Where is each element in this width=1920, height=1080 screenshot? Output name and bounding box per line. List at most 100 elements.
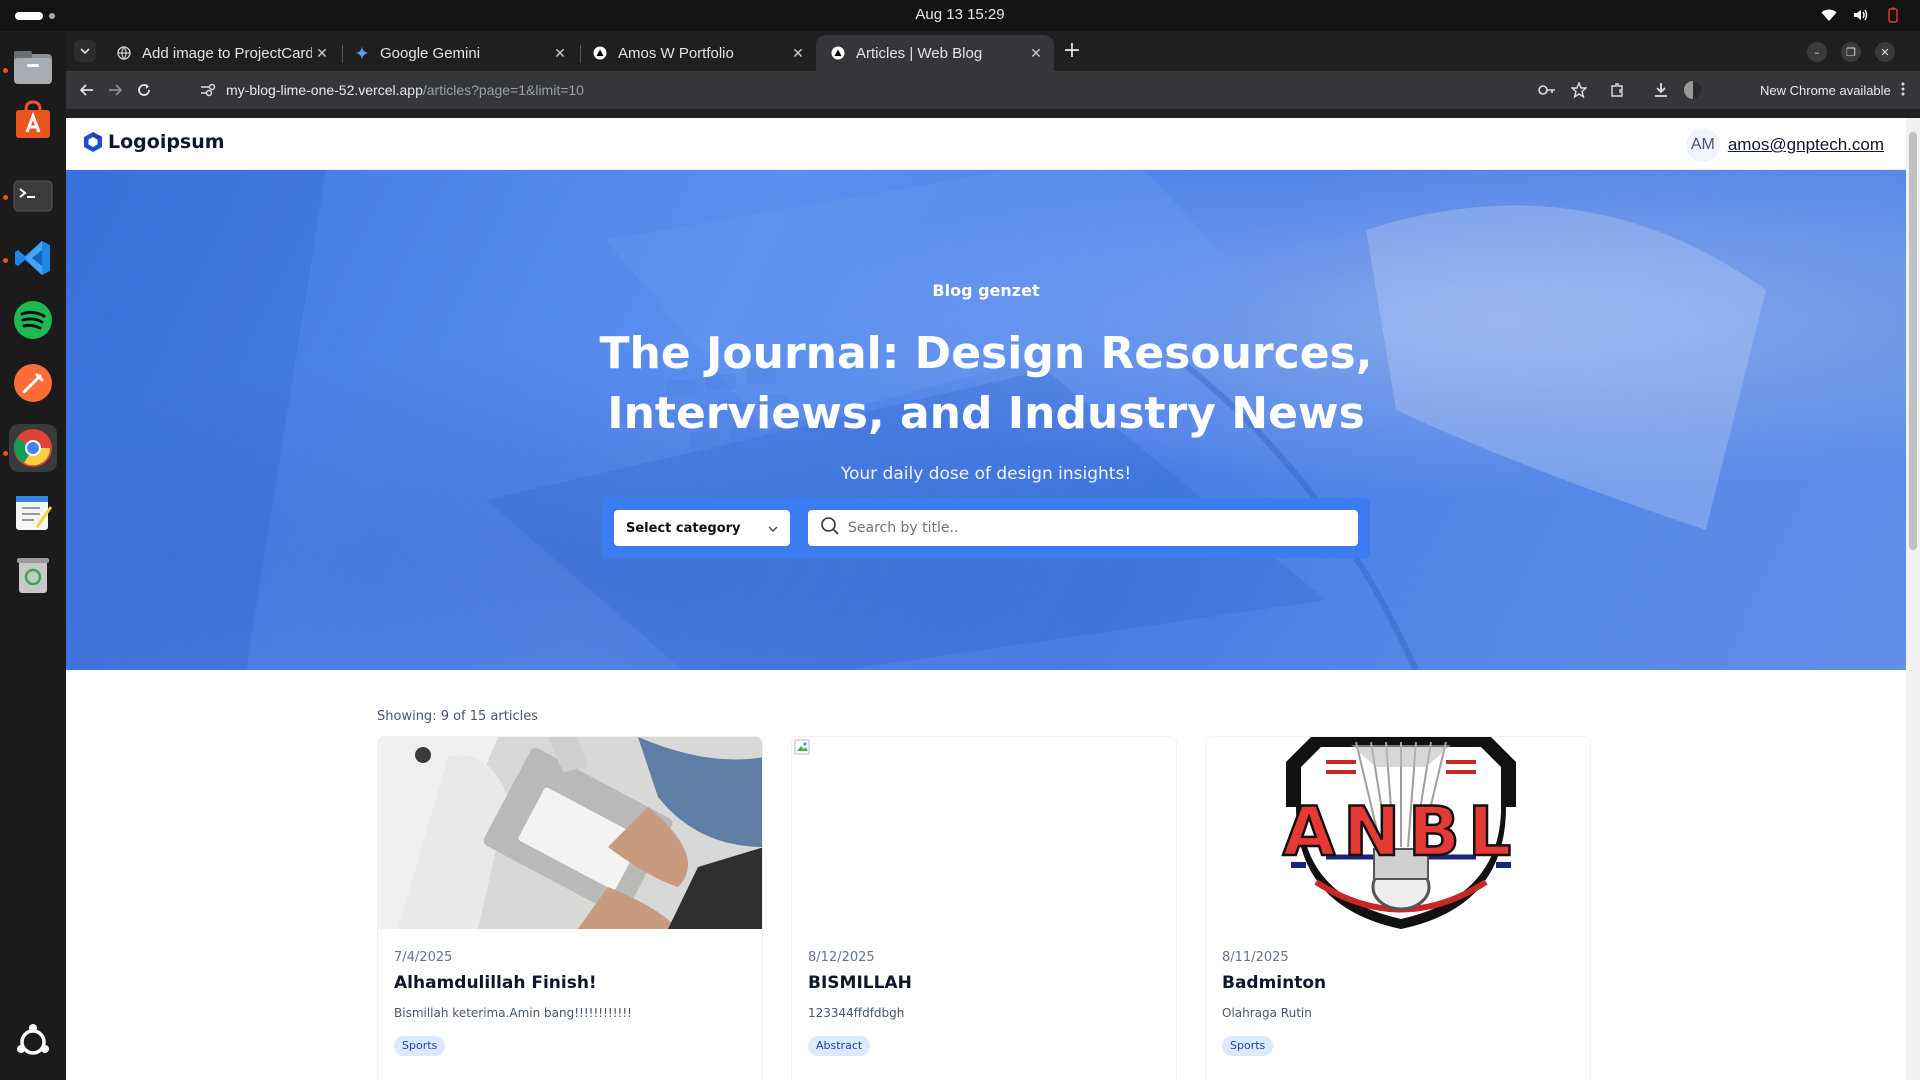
tab-title: Articles | Web Blog: [856, 44, 983, 62]
browser-tab[interactable]: Amos W Portfolio ✕: [578, 35, 816, 71]
browser-toolbar: my-blog-lime-one-52.vercel.app/articles?…: [66, 71, 1920, 109]
url-text[interactable]: my-blog-lime-one-52.vercel.app/articles?…: [226, 82, 584, 98]
gemini-icon: [354, 45, 370, 61]
article-excerpt: 123344ffdfdbgh: [808, 1006, 905, 1020]
anbl-logo-text: ANBL: [1283, 793, 1520, 872]
browser-tab[interactable]: Google Gemini ✕: [340, 35, 578, 71]
article-date: 8/11/2025: [1222, 950, 1289, 965]
site-logo[interactable]: Logoipsum: [82, 131, 225, 153]
user-email-link[interactable]: amos@gnptech.com: [1728, 135, 1884, 155]
search-input[interactable]: [848, 520, 1328, 536]
page-viewport: Logoipsum AM amos@gnptech.com Blog genze…: [66, 118, 1906, 1080]
extensions-icon[interactable]: [1606, 79, 1628, 101]
user-menu[interactable]: AM amos@gnptech.com: [1685, 128, 1884, 162]
article-card[interactable]: 7/4/2025 Alhamdulillah Finish! Bismillah…: [377, 736, 763, 1080]
category-badge[interactable]: Sports: [1222, 1036, 1274, 1056]
forward-button[interactable]: [104, 79, 126, 101]
tab-title: Amos W Portfolio: [618, 44, 734, 62]
trash-icon[interactable]: [9, 551, 57, 599]
avatar[interactable]: AM: [1685, 128, 1720, 162]
tab-search-button[interactable]: [74, 40, 96, 62]
url-path: /articles?page=1&limit=10: [422, 82, 584, 98]
dock: [0, 31, 66, 1080]
vercel-icon: [830, 45, 846, 61]
profile-avatar-icon[interactable]: [1682, 79, 1704, 101]
article-excerpt: Bismillah keterima.Amin bang!!!!!!!!!!!!: [394, 1006, 632, 1020]
maximize-button[interactable]: ❐: [1841, 42, 1861, 62]
site-header: Logoipsum AM amos@gnptech.com: [66, 118, 1906, 170]
spotify-icon[interactable]: [9, 296, 57, 344]
search-box[interactable]: [808, 510, 1358, 546]
page-scrollbar[interactable]: [1906, 118, 1920, 1080]
address-bar[interactable]: my-blog-lime-one-52.vercel.app/articles?…: [186, 75, 1492, 105]
article-thumbnail[interactable]: [792, 737, 1176, 929]
chrome-update-button[interactable]: New Chrome available: [1746, 77, 1915, 103]
download-icon[interactable]: [1650, 79, 1672, 101]
hero-subtitle: Your daily dose of design insights!: [840, 464, 1132, 484]
terminal-icon[interactable]: [9, 172, 57, 220]
text-editor-icon[interactable]: [9, 488, 57, 536]
category-badge[interactable]: Sports: [394, 1036, 446, 1056]
running-indicator: [3, 258, 8, 263]
tab-strip: Add image to ProjectCard ✕ Google Gemini…: [66, 31, 1920, 71]
logo-mark-icon: [84, 132, 102, 152]
article-title[interactable]: BISMILLAH: [808, 973, 912, 993]
article-thumbnail[interactable]: ANBL: [1206, 737, 1590, 929]
vscode-icon[interactable]: [9, 234, 57, 282]
hero-banner: Blog genzet The Journal: Design Resource…: [66, 170, 1906, 670]
hero-content: Blog genzet The Journal: Design Resource…: [66, 170, 1906, 670]
password-key-icon[interactable]: [1536, 79, 1558, 101]
chrome-icon[interactable]: [9, 424, 57, 472]
article-title[interactable]: Alhamdulillah Finish!: [394, 973, 597, 993]
back-button[interactable]: [76, 79, 98, 101]
article-title[interactable]: Badminton: [1222, 973, 1326, 993]
wifi-icon[interactable]: [1820, 6, 1838, 24]
reload-button[interactable]: [133, 79, 155, 101]
tab-title: Add image to ProjectCard: [142, 44, 312, 62]
browser-window: Add image to ProjectCard ✕ Google Gemini…: [66, 31, 1920, 1080]
hero-kicker: Blog genzet: [932, 281, 1040, 300]
volume-icon[interactable]: [1852, 6, 1870, 24]
close-tab-icon[interactable]: ✕: [1026, 43, 1046, 63]
system-tray[interactable]: [1820, 6, 1902, 24]
hero-title: The Journal: Design Resources, Interview…: [599, 328, 1373, 439]
close-window-button[interactable]: ✕: [1875, 42, 1895, 62]
article-thumbnail[interactable]: [378, 737, 762, 929]
postman-icon[interactable]: [9, 359, 57, 407]
app-center-icon[interactable]: [9, 96, 57, 144]
filter-bar: Select category: [602, 498, 1370, 558]
tab-title: Google Gemini: [380, 44, 481, 62]
close-tab-icon[interactable]: ✕: [550, 43, 570, 63]
web-icon: [116, 45, 132, 61]
article-date: 7/4/2025: [394, 950, 453, 965]
category-badge[interactable]: Abstract: [808, 1036, 871, 1056]
close-tab-icon[interactable]: ✕: [312, 43, 332, 63]
article-date: 8/12/2025: [808, 950, 875, 965]
browser-tab-active[interactable]: Articles | Web Blog ✕: [816, 35, 1054, 71]
badminton-logo-image: ANBL: [1281, 737, 1520, 929]
minimize-button[interactable]: –: [1807, 42, 1827, 62]
running-indicator: [3, 68, 8, 73]
running-indicator: [3, 451, 8, 456]
battery-icon[interactable]: [1884, 6, 1902, 24]
close-tab-icon[interactable]: ✕: [788, 43, 808, 63]
system-clock[interactable]: Aug 13 15:29: [0, 6, 1920, 23]
broken-image-icon: [794, 739, 810, 755]
site-settings-icon[interactable]: [200, 82, 216, 98]
article-card[interactable]: ANBL 8/11/2025 Badminton Olahraga Rutin …: [1205, 736, 1591, 1080]
update-label: New Chrome available: [1760, 82, 1891, 98]
search-icon: [820, 516, 840, 540]
category-select[interactable]: Select category: [614, 510, 790, 546]
browser-tab[interactable]: Add image to ProjectCard ✕: [102, 35, 340, 71]
vercel-icon: [592, 45, 608, 61]
article-card[interactable]: 8/12/2025 BISMILLAH 123344ffdfdbgh Abstr…: [791, 736, 1177, 1080]
category-select-label: Select category: [626, 520, 741, 536]
chevron-down-icon: [768, 521, 778, 536]
files-icon[interactable]: [9, 44, 57, 92]
system-top-bar: Aug 13 15:29: [0, 0, 1920, 31]
kebab-menu-icon[interactable]: [1901, 82, 1905, 99]
scrollbar-thumb[interactable]: [1909, 132, 1917, 550]
bookmark-star-icon[interactable]: [1568, 79, 1590, 101]
new-tab-button[interactable]: +: [1060, 40, 1084, 64]
show-apps-icon[interactable]: [9, 1018, 57, 1066]
